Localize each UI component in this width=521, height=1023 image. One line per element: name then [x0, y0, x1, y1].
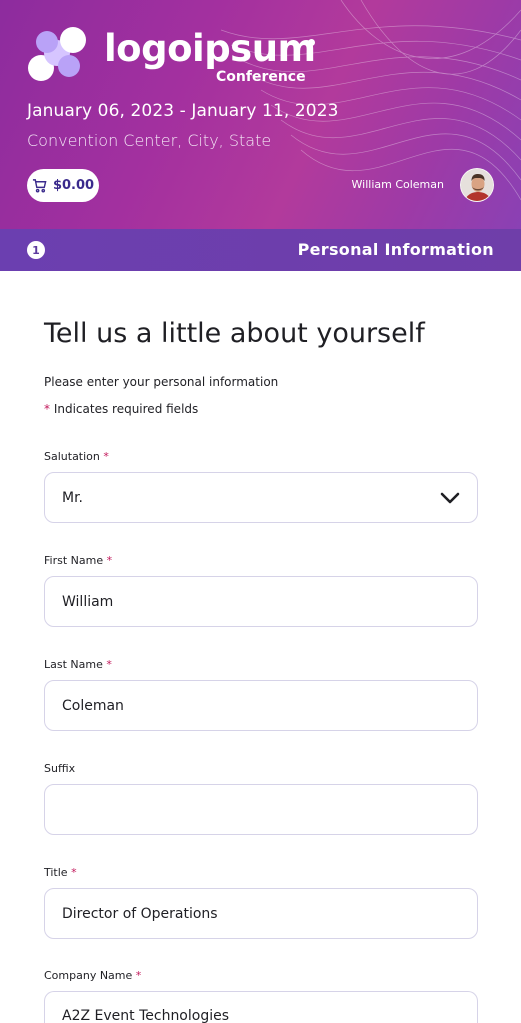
first-name-input[interactable]: William [44, 576, 478, 627]
company-name-value: A2Z Event Technologies [62, 1008, 230, 1023]
salutation-select[interactable]: Mr. [44, 472, 478, 523]
company-name-label: Company Name * [44, 969, 142, 982]
required-fields-note: * Indicates required fields [44, 402, 198, 416]
company-name-input[interactable]: A2Z Event Technologies [44, 991, 478, 1023]
first-name-value: William [62, 593, 114, 610]
step-title: Personal Information [297, 240, 494, 259]
event-header: logoipsum Conference January 06, 2023 - … [0, 0, 521, 229]
user-avatar[interactable] [460, 168, 494, 202]
event-dates: January 06, 2023 - January 11, 2023 [27, 101, 339, 121]
title-input[interactable]: Director of Operations [44, 888, 478, 939]
chevron-down-icon [440, 492, 460, 503]
logo-subtitle: Conference [216, 69, 306, 85]
suffix-input[interactable] [44, 784, 478, 835]
cart-button[interactable]: $0.00 [27, 169, 99, 202]
cart-total: $0.00 [52, 178, 95, 193]
required-note-text: Indicates required fields [53, 402, 199, 416]
conference-logo[interactable]: logoipsum Conference [26, 25, 326, 87]
form-intro: Please enter your personal information [44, 375, 279, 389]
step-bar: 1 Personal Information [0, 229, 521, 271]
first-name-label: First Name * [44, 554, 113, 567]
user-name[interactable]: William Coleman [352, 178, 444, 191]
required-star: * [44, 402, 50, 416]
event-venue: Convention Center, City, State [27, 131, 272, 150]
last-name-value: Coleman [62, 697, 124, 714]
logo-dot [308, 39, 315, 46]
title-value: Director of Operations [62, 905, 218, 922]
last-name-label: Last Name * [44, 658, 112, 671]
salutation-label: Salutation * [44, 450, 109, 463]
cart-icon [32, 179, 47, 193]
step-number-badge: 1 [27, 241, 45, 259]
salutation-value: Mr. [62, 489, 83, 506]
suffix-label: Suffix [44, 762, 76, 775]
page-title: Tell us a little about yourself [44, 318, 425, 349]
logo-wordmark: logoipsum [104, 27, 316, 70]
title-label: Title * [44, 866, 77, 879]
last-name-input[interactable]: Coleman [44, 680, 478, 731]
logo-mark-icon [28, 27, 86, 81]
